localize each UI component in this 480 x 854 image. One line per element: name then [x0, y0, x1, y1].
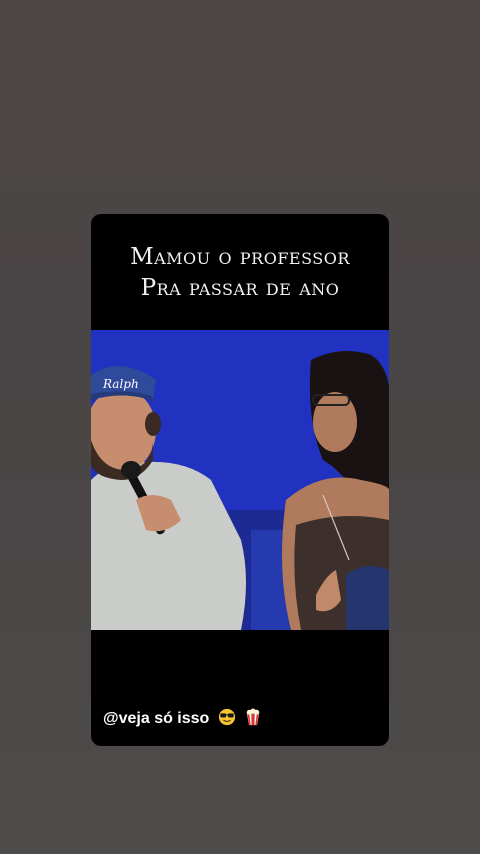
video-scene: Ralph	[91, 330, 389, 630]
mention-text: @veja só isso	[103, 710, 210, 727]
video-frame[interactable]: Ralph	[91, 330, 389, 630]
story-text-overlay: @veja só isso	[103, 708, 262, 728]
story-card[interactable]: Mamou o professor Pra passar de ano Ralp…	[91, 214, 389, 746]
cap-logo-text: Ralph	[102, 377, 139, 391]
popcorn-icon	[246, 708, 260, 726]
story-caption: Mamou o professor Pra passar de ano	[91, 242, 389, 304]
sunglasses-face-icon	[218, 708, 235, 726]
caption-line-2: Pra passar de ano	[140, 275, 340, 301]
caption-line-1: Mamou o professor	[130, 244, 350, 270]
